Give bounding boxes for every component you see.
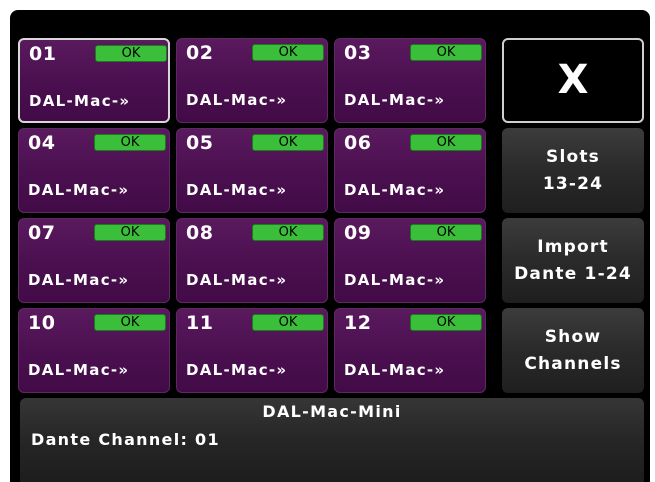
slot-number: 11 xyxy=(186,312,214,334)
slot-device-name: DAL-Mac-» xyxy=(344,361,446,379)
slot-number: 09 xyxy=(344,222,372,244)
slot-05[interactable]: 05 OK DAL-Mac-» xyxy=(176,128,328,213)
close-button[interactable]: X xyxy=(502,38,644,123)
status-badge: OK xyxy=(252,314,324,331)
slot-10[interactable]: 10 OK DAL-Mac-» xyxy=(18,308,170,393)
slot-12[interactable]: 12 OK DAL-Mac-» xyxy=(334,308,486,393)
slot-device-name: DAL-Mac-» xyxy=(186,361,288,379)
status-badge: OK xyxy=(94,314,166,331)
slot-device-name: DAL-Mac-» xyxy=(186,181,288,199)
slot-device-name: DAL-Mac-» xyxy=(344,181,446,199)
slot-09[interactable]: 09 OK DAL-Mac-» xyxy=(334,218,486,303)
slots-13-24-button[interactable]: Slots 13-24 xyxy=(502,128,644,213)
device-info-panel: DAL-Mac-Mini Dante Channel: 01 xyxy=(20,398,644,482)
slot-number: 06 xyxy=(344,132,372,154)
slot-device-name: DAL-Mac-» xyxy=(344,271,446,289)
slot-device-name: DAL-Mac-» xyxy=(28,271,130,289)
status-badge: OK xyxy=(410,224,482,241)
slot-number: 03 xyxy=(344,42,372,64)
show-channels-button[interactable]: Show Channels xyxy=(502,308,644,393)
status-badge: OK xyxy=(252,224,324,241)
status-badge: OK xyxy=(252,134,324,151)
slot-number: 05 xyxy=(186,132,214,154)
slot-device-name: DAL-Mac-» xyxy=(28,361,130,379)
slot-03[interactable]: 03 OK DAL-Mac-» xyxy=(334,38,486,123)
slot-number: 07 xyxy=(28,222,56,244)
status-badge: OK xyxy=(94,134,166,151)
status-badge: OK xyxy=(410,44,482,61)
status-badge: OK xyxy=(252,44,324,61)
slot-device-name: DAL-Mac-» xyxy=(29,92,131,110)
slot-01[interactable]: 01 OK DAL-Mac-» xyxy=(18,38,170,123)
slot-number: 04 xyxy=(28,132,56,154)
import-dante-button[interactable]: Import Dante 1-24 xyxy=(502,218,644,303)
screen: 01 OK DAL-Mac-» 02 OK DAL-Mac-» 03 OK DA… xyxy=(10,10,650,482)
status-badge: OK xyxy=(95,45,167,62)
device-name: DAL-Mac-Mini xyxy=(262,402,402,421)
slot-06[interactable]: 06 OK DAL-Mac-» xyxy=(334,128,486,213)
slot-number: 01 xyxy=(29,43,57,65)
status-badge: OK xyxy=(94,224,166,241)
slot-number: 02 xyxy=(186,42,214,64)
status-badge: OK xyxy=(410,314,482,331)
slot-device-name: DAL-Mac-» xyxy=(28,181,130,199)
slot-08[interactable]: 08 OK DAL-Mac-» xyxy=(176,218,328,303)
slot-number: 10 xyxy=(28,312,56,334)
slot-04[interactable]: 04 OK DAL-Mac-» xyxy=(18,128,170,213)
status-badge: OK xyxy=(410,134,482,151)
slot-device-name: DAL-Mac-» xyxy=(186,91,288,109)
slot-02[interactable]: 02 OK DAL-Mac-» xyxy=(176,38,328,123)
slot-number: 12 xyxy=(344,312,372,334)
slot-07[interactable]: 07 OK DAL-Mac-» xyxy=(18,218,170,303)
slot-number: 08 xyxy=(186,222,214,244)
slot-11[interactable]: 11 OK DAL-Mac-» xyxy=(176,308,328,393)
dante-channel-label: Dante Channel: 01 xyxy=(31,430,220,449)
slot-device-name: DAL-Mac-» xyxy=(344,91,446,109)
slot-device-name: DAL-Mac-» xyxy=(186,271,288,289)
